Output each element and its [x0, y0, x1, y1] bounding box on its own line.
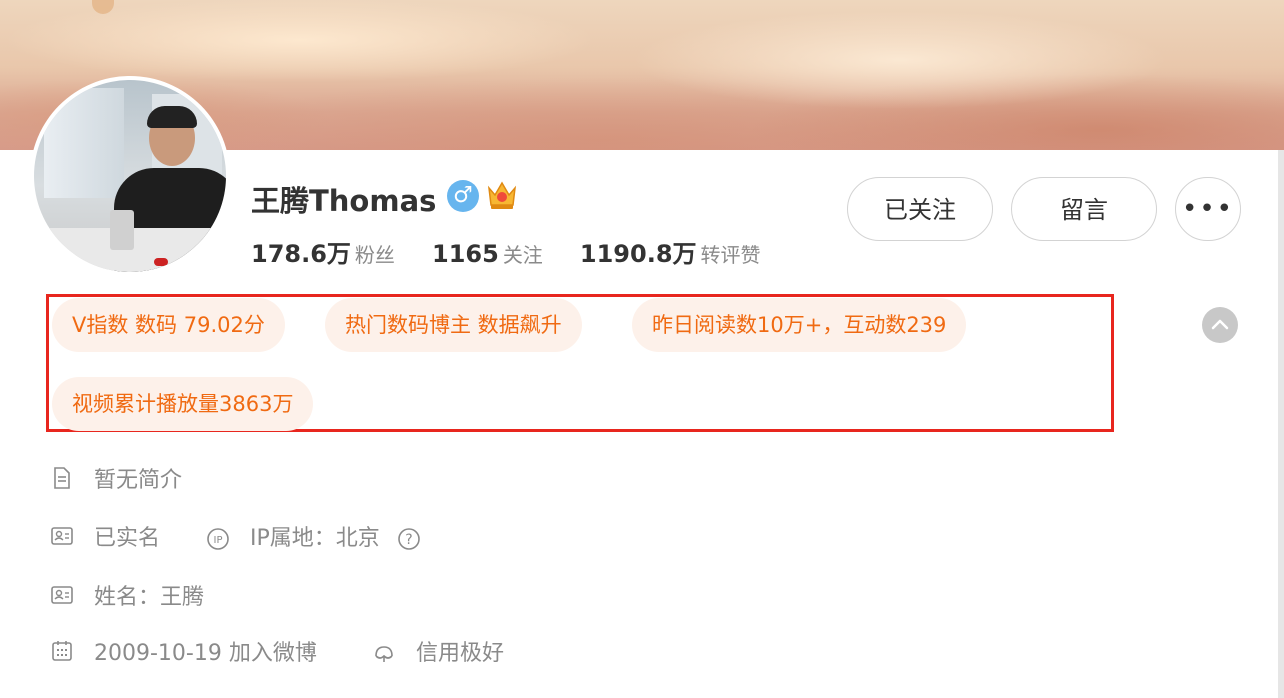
avatar-photo	[34, 80, 226, 272]
stat-label: 粉丝	[354, 243, 395, 267]
chevron-up-icon	[1211, 319, 1229, 330]
stat-value: 1190.8万	[579, 240, 697, 268]
tag-daily-reads[interactable]: 昨日阅读数10万+，互动数239	[632, 298, 967, 352]
stat-followers[interactable]: 178.6万 粉丝	[251, 234, 395, 269]
id-card-icon	[51, 586, 73, 604]
bio-text: 暂无简介	[94, 468, 183, 493]
credit-row: 信用极好	[372, 635, 504, 667]
following-button[interactable]: 已关注	[847, 177, 993, 241]
verified-text: 已实名	[94, 526, 161, 551]
stat-following[interactable]: 1165 关注	[432, 239, 543, 268]
stat-label: 转评赞	[700, 243, 761, 267]
stat-interactions: 1190.8万 转评赞	[580, 234, 761, 269]
avatar[interactable]	[30, 76, 230, 276]
credit-text: 信用极好	[416, 641, 505, 666]
join-date-row: 2009-10-19 加入微博	[50, 635, 317, 667]
tag-video-plays[interactable]: 视频累计播放量3863万	[52, 377, 314, 431]
profile-stats: 178.6万 粉丝 1165 关注 1190.8万 转评赞	[251, 234, 793, 269]
realname-row: 姓名：王腾	[50, 579, 204, 611]
collapse-button[interactable]	[1202, 307, 1238, 343]
bio-row: 暂无简介	[50, 462, 182, 494]
stat-value: 178.6万	[251, 240, 351, 268]
ip-icon: IP	[207, 528, 229, 550]
message-button[interactable]: 留言	[1011, 177, 1157, 241]
scrollbar-track[interactable]	[1278, 150, 1284, 698]
tag-hot-blogger[interactable]: 热门数码博主 数据飙升	[325, 298, 582, 352]
stat-value: 1165	[432, 240, 499, 268]
crown-icon[interactable]	[486, 178, 518, 212]
male-icon: ♂	[447, 180, 479, 212]
ip-location: IP IP属地：北京 ?	[206, 520, 421, 552]
credit-icon	[375, 646, 393, 662]
tag-v-index[interactable]: V指数 数码 79.02分	[52, 298, 285, 352]
help-icon[interactable]: ?	[397, 527, 421, 551]
stat-label: 关注	[502, 243, 543, 267]
banner-decoration	[92, 0, 114, 14]
svg-text:?: ?	[405, 532, 412, 548]
more-options-button[interactable]: •••	[1175, 177, 1241, 241]
profile-name: 王腾Thomas	[251, 184, 437, 218]
svg-text:IP: IP	[214, 535, 223, 546]
ip-text: IP属地：北京	[250, 526, 380, 551]
id-card-icon	[51, 527, 73, 545]
realname-text: 姓名：王腾	[94, 585, 205, 610]
verification-row: 已实名	[50, 520, 160, 552]
calendar-icon	[52, 641, 72, 661]
document-icon	[54, 467, 70, 489]
join-date-text: 2009-10-19 加入微博	[94, 641, 317, 666]
